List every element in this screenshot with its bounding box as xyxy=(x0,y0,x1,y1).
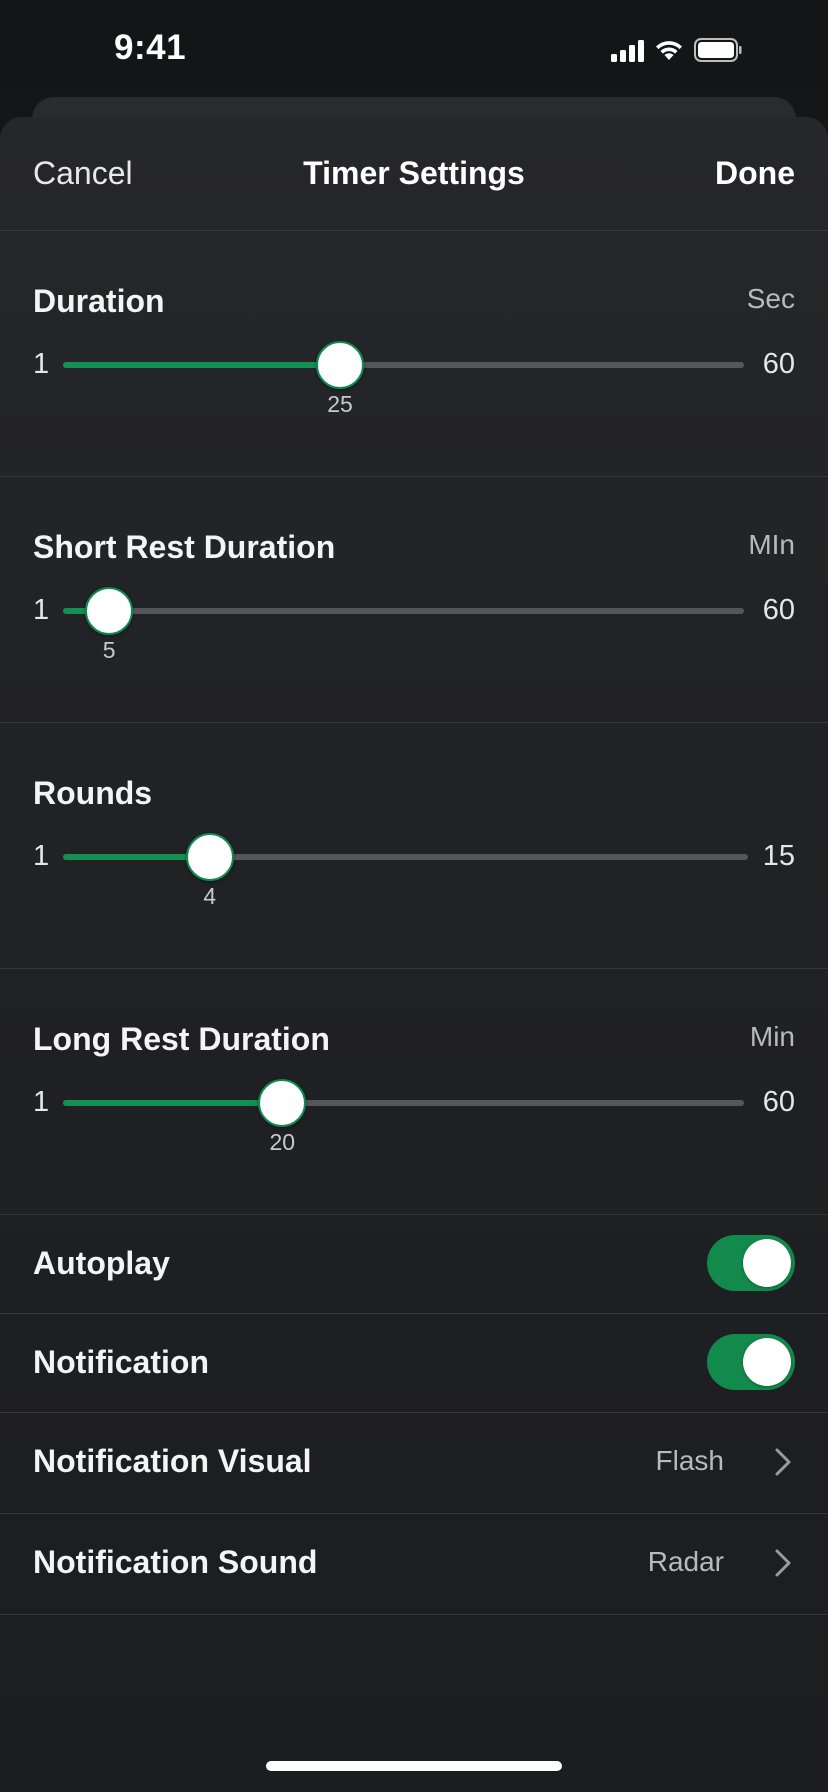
wifi-icon xyxy=(654,38,684,62)
row-label: Notification Visual xyxy=(33,1443,312,1479)
slider-value-label: 25 xyxy=(327,391,353,417)
chevron-right-icon xyxy=(774,1548,792,1583)
cellular-signal-icon xyxy=(611,40,644,62)
row-value: Flash xyxy=(655,1445,724,1476)
duration-section: Duration Sec 1 25 60 xyxy=(0,231,828,477)
notification-toggle[interactable] xyxy=(707,1334,795,1390)
short-rest-section: Short Rest Duration MIn 1 5 60 xyxy=(0,477,828,723)
slider-min-label: 1 xyxy=(33,348,50,380)
notification-sound-row[interactable]: Notification Sound Radar xyxy=(0,1514,828,1615)
status-bar: 9:41 xyxy=(0,0,828,100)
unit-label: Min xyxy=(749,1021,795,1052)
slider-max-label: 60 xyxy=(762,348,795,380)
settings-sheet: Cancel Timer Settings Done Duration Sec … xyxy=(0,117,828,1792)
battery-icon xyxy=(694,38,742,62)
slider-min-label: 1 xyxy=(33,840,50,872)
toggle-knob xyxy=(743,1338,791,1386)
slider-thumb[interactable] xyxy=(85,587,134,635)
status-time: 9:41 xyxy=(114,28,187,67)
notification-row: Notification xyxy=(0,1314,828,1413)
long-rest-slider[interactable] xyxy=(63,1079,744,1127)
unit-label: Sec xyxy=(746,283,795,314)
slider-value-label: 5 xyxy=(102,637,116,663)
section-title: Long Rest Duration xyxy=(33,1021,330,1057)
home-indicator[interactable] xyxy=(266,1761,562,1771)
rounds-section: Rounds 1 4 15 xyxy=(0,723,828,969)
slider-fill xyxy=(63,362,341,368)
chevron-right-icon xyxy=(774,1447,792,1482)
slider-value-label: 20 xyxy=(269,1129,296,1155)
nav-bar: Cancel Timer Settings Done xyxy=(0,117,828,231)
autoplay-row: Autoplay xyxy=(0,1215,828,1314)
slider-thumb[interactable] xyxy=(258,1079,307,1127)
duration-slider[interactable] xyxy=(63,341,744,389)
done-button[interactable]: Done xyxy=(715,155,795,192)
slider-fill xyxy=(63,1100,283,1106)
slider-min-label: 1 xyxy=(33,594,50,626)
timer-settings-screen: 9:41 Cancel Timer Settings Done Duration… xyxy=(0,0,828,1792)
slider-thumb[interactable] xyxy=(316,341,365,389)
autoplay-toggle[interactable] xyxy=(707,1235,795,1291)
slider-max-label: 60 xyxy=(762,1086,795,1118)
slider-thumb[interactable] xyxy=(185,833,234,881)
slider-max-label: 60 xyxy=(762,594,795,626)
page-title: Timer Settings xyxy=(303,155,525,191)
unit-label: MIn xyxy=(748,529,795,560)
notification-visual-row[interactable]: Notification Visual Flash xyxy=(0,1413,828,1514)
section-title: Rounds xyxy=(33,775,153,811)
slider-value-label: 4 xyxy=(203,883,217,909)
short-rest-slider[interactable] xyxy=(63,587,744,635)
long-rest-section: Long Rest Duration Min 1 20 60 xyxy=(0,969,828,1215)
row-label: Notification xyxy=(33,1344,209,1380)
section-title: Duration xyxy=(33,283,165,319)
slider-min-label: 1 xyxy=(33,1086,50,1118)
status-icons xyxy=(611,36,742,62)
toggle-knob xyxy=(743,1239,791,1287)
rounds-slider[interactable] xyxy=(63,833,748,881)
section-title: Short Rest Duration xyxy=(33,529,336,565)
row-value: Radar xyxy=(647,1546,724,1577)
row-label: Autoplay xyxy=(33,1245,170,1281)
slider-max-label: 15 xyxy=(762,840,795,872)
row-label: Notification Sound xyxy=(33,1544,318,1580)
